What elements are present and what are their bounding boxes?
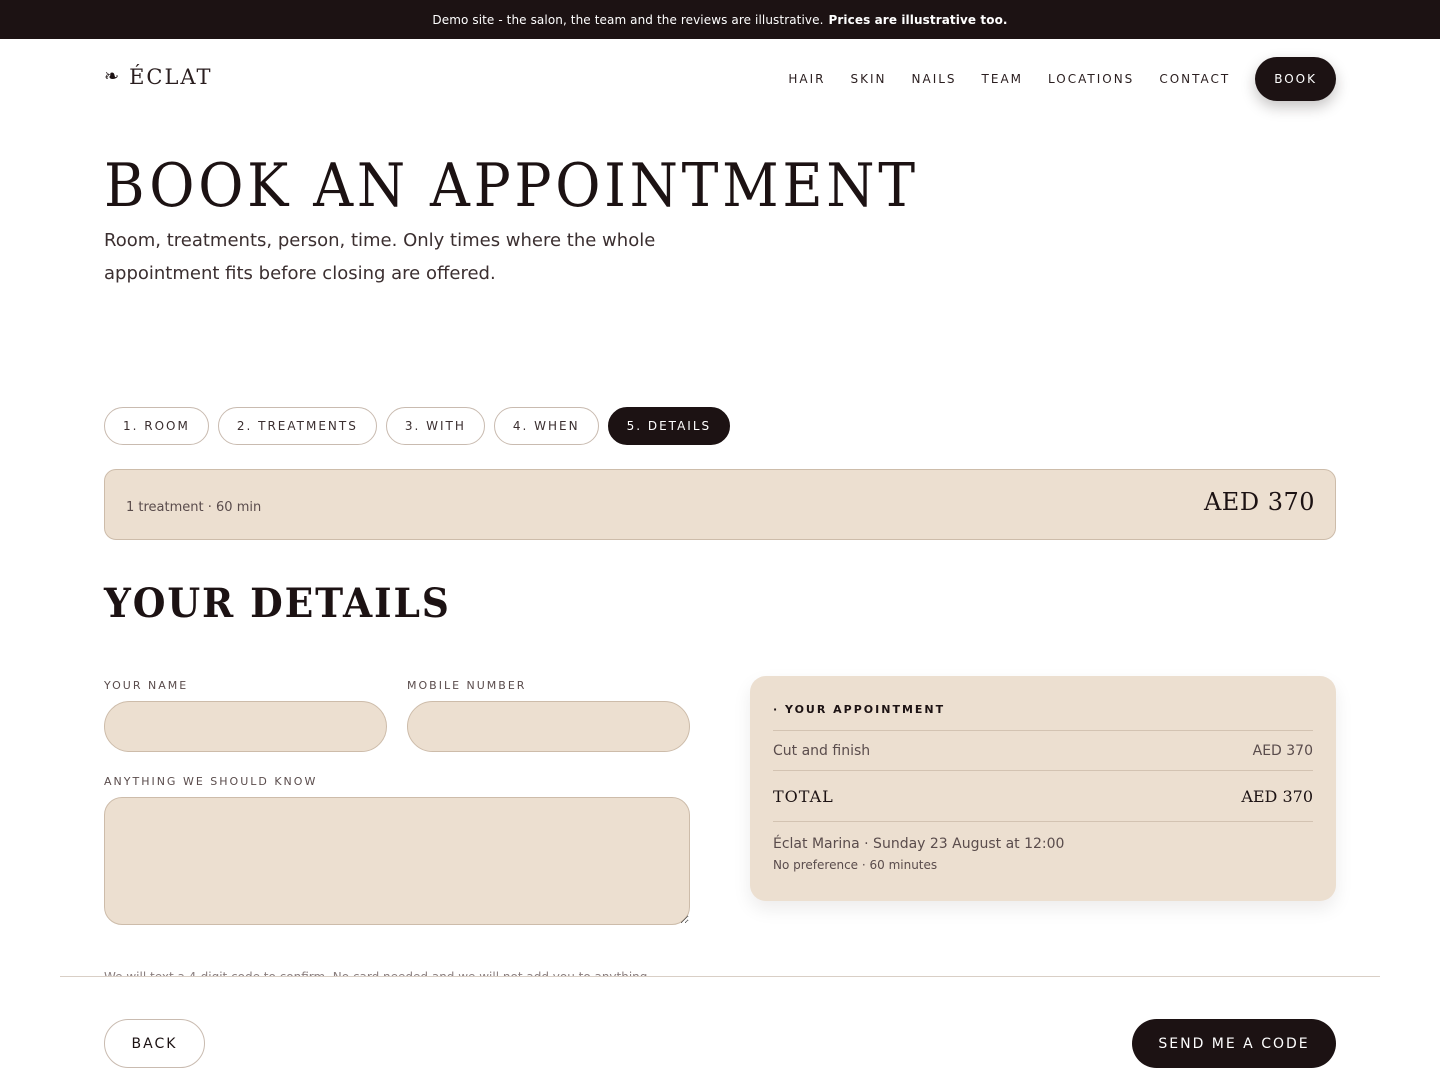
nav-link-skin[interactable]: SKIN <box>851 72 887 86</box>
card-divider <box>773 821 1313 822</box>
step-details[interactable]: 5. DETAILS <box>607 407 731 445</box>
footer-divider <box>60 976 1380 977</box>
back-button[interactable]: BACK <box>104 1019 205 1068</box>
item-name: Cut and finish <box>773 742 871 759</box>
demo-banner: Demo site - the salon, the team and the … <box>0 0 1440 39</box>
booking-summary-bar: 1 treatment · 60 min AED 370 <box>104 469 1336 540</box>
summary-meta: 1 treatment · 60 min <box>126 500 262 515</box>
nav-link-team[interactable]: TEAM <box>982 72 1023 86</box>
name-input[interactable] <box>104 701 387 752</box>
appointment-total-row: TOTAL AED 370 <box>773 770 1313 821</box>
mobile-input[interactable] <box>407 701 690 752</box>
appointment-card: · YOUR APPOINTMENT Cut and finish AED 37… <box>750 676 1336 901</box>
summary-price: AED 370 <box>1203 488 1315 516</box>
nav-link-hair[interactable]: HAIR <box>788 72 825 86</box>
page-title: BOOK AN APPOINTMENT <box>104 151 919 221</box>
banner-text: Demo site - the salon, the team and the … <box>432 12 824 27</box>
appointment-when: Éclat Marina · Sunday 23 August at 12:00 <box>773 836 1065 852</box>
total-label: TOTAL <box>773 786 834 806</box>
leaf-ornament-icon: ❧ <box>104 66 120 87</box>
book-button[interactable]: BOOK <box>1255 57 1336 101</box>
step-when[interactable]: 4. WHEN <box>493 407 599 445</box>
site-header: ❧ ÉCLAT HAIR SKIN NAILS TEAM LOCATIONS C… <box>104 39 1336 117</box>
nav-link-contact[interactable]: CONTACT <box>1159 72 1230 86</box>
details-title: YOUR DETAILS <box>104 580 451 627</box>
item-price: AED 370 <box>1252 742 1313 759</box>
logo[interactable]: ❧ ÉCLAT <box>104 65 212 89</box>
notes-label: ANYTHING WE SHOULD KNOW <box>104 775 318 788</box>
appointment-item-row: Cut and finish AED 370 <box>773 730 1313 770</box>
send-code-button[interactable]: SEND ME A CODE <box>1132 1019 1336 1068</box>
total-value: AED 370 <box>1241 786 1313 806</box>
sms-notice: We will text a 4-digit code to confirm. … <box>104 966 704 976</box>
appointment-heading: · YOUR APPOINTMENT <box>773 703 946 716</box>
nav-link-nails[interactable]: NAILS <box>912 72 957 86</box>
page-subtitle: Room, treatments, person, time. Only tim… <box>104 230 656 284</box>
step-room[interactable]: 1. ROOM <box>104 407 209 445</box>
main-nav: HAIR SKIN NAILS TEAM LOCATIONS CONTACT B… <box>788 57 1336 101</box>
name-label: YOUR NAME <box>104 679 189 692</box>
notes-textarea[interactable] <box>104 797 690 925</box>
step-treatments[interactable]: 2. TREATMENTS <box>217 407 377 445</box>
step-with[interactable]: 3. WITH <box>385 407 485 445</box>
nav-link-locations[interactable]: LOCATIONS <box>1048 72 1134 86</box>
brand-name: ÉCLAT <box>129 65 213 89</box>
banner-strong-text: Prices are illustrative too. <box>828 12 1008 27</box>
appointment-sub: No preference · 60 minutes <box>773 858 938 872</box>
mobile-label: MOBILE NUMBER <box>407 679 527 692</box>
booking-steps: 1. ROOM 2. TREATMENTS 3. WITH 4. WHEN 5.… <box>104 407 731 445</box>
